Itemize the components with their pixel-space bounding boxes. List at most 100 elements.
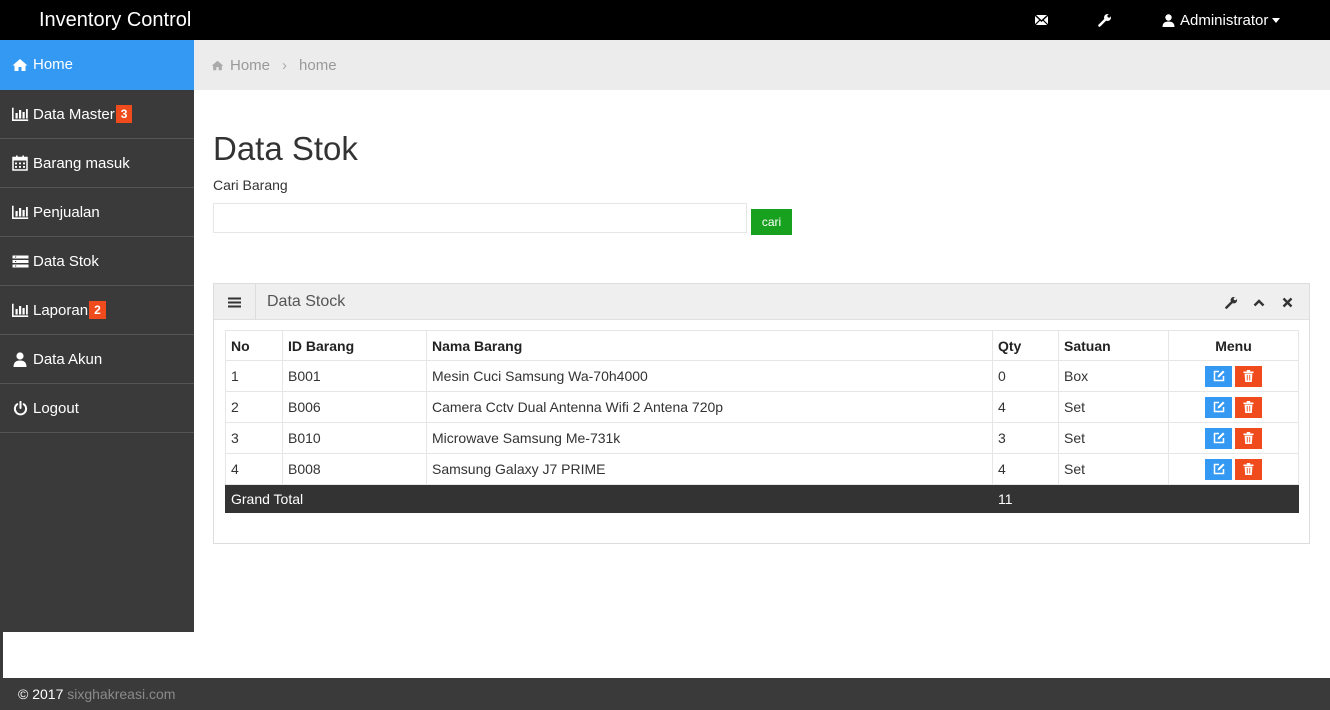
cell-name: Mesin Cuci Samsung Wa-70h4000 — [426, 360, 993, 392]
trash-icon — [1243, 401, 1254, 413]
cell-menu — [1168, 360, 1299, 392]
sidebar-item-laporan[interactable]: Laporan 2 — [0, 286, 194, 335]
cell-name: Microwave Samsung Me-731k — [426, 422, 993, 454]
grand-total-empty — [1058, 484, 1169, 513]
page-title: Data Stok — [213, 130, 358, 167]
grand-total-label: Grand Total — [225, 484, 993, 513]
panel-tools — [1221, 284, 1297, 320]
user-icon — [11, 351, 29, 367]
search-label: Cari Barang — [213, 177, 288, 193]
breadcrumb-current: home — [299, 56, 337, 74]
column-header-qty: Qty — [992, 330, 1059, 361]
edit-icon — [1213, 463, 1224, 475]
cell-qty: 4 — [992, 391, 1059, 423]
cell-no: 2 — [225, 391, 283, 423]
cell-qty: 4 — [992, 453, 1059, 485]
bar-chart-icon — [11, 302, 29, 318]
table-header-row: No ID Barang Nama Barang Qty Satuan Menu — [225, 330, 1299, 361]
count-badge: 3 — [115, 105, 133, 123]
sidebar-item-label: Data Stok — [33, 252, 99, 270]
sidebar-item-penjualan[interactable]: Penjualan — [0, 188, 194, 237]
sidebar-item-barang-masuk[interactable]: Barang masuk — [0, 139, 194, 188]
panel-header: Data Stock — [214, 284, 1309, 320]
home-icon — [211, 60, 224, 71]
cell-unit: Set — [1058, 391, 1169, 423]
cell-no: 1 — [225, 360, 283, 392]
hamburger-menu-icon[interactable] — [214, 284, 256, 320]
edit-button[interactable] — [1205, 396, 1232, 418]
grand-total-empty — [1168, 484, 1299, 513]
list-icon — [11, 253, 29, 269]
top-navbar: Inventory Control Administrator — [0, 0, 1330, 40]
trash-icon — [1243, 432, 1254, 444]
sidebar-item-logout[interactable]: Logout — [0, 384, 194, 433]
count-badge: 2 — [89, 301, 106, 319]
breadcrumb-home-link[interactable]: Home — [230, 57, 270, 74]
copyright-text: © 2017 — [18, 686, 64, 702]
envelope-icon[interactable] — [1027, 0, 1055, 40]
bar-chart-icon — [11, 204, 29, 220]
edit-icon — [1213, 401, 1224, 413]
column-header-id: ID Barang — [282, 330, 427, 361]
footer-site-link[interactable]: sixghakreasi.com — [67, 686, 175, 702]
breadcrumb: Home › home — [194, 40, 1330, 90]
edit-icon — [1213, 432, 1224, 444]
cell-menu — [1168, 453, 1299, 485]
delete-button[interactable] — [1235, 427, 1262, 449]
cell-unit: Set — [1058, 453, 1169, 485]
search-button[interactable]: cari — [751, 209, 792, 235]
sidebar-item-label: Logout — [33, 399, 79, 417]
edit-button[interactable] — [1205, 427, 1232, 449]
delete-button[interactable] — [1235, 458, 1262, 480]
delete-button[interactable] — [1235, 396, 1262, 418]
search-input[interactable] — [213, 203, 747, 233]
sidebar-item-data-stok[interactable]: Data Stok — [0, 237, 194, 286]
edit-button[interactable] — [1205, 365, 1232, 387]
stock-table: No ID Barang Nama Barang Qty Satuan Menu… — [225, 330, 1299, 513]
user-label: Administrator — [1180, 11, 1269, 29]
sidebar-item-label: Barang masuk — [33, 154, 130, 172]
user-icon — [1162, 13, 1175, 27]
app-title[interactable]: Inventory Control — [39, 0, 191, 40]
sidebar-item-label: Laporan — [33, 301, 89, 319]
cell-id: B006 — [282, 391, 427, 423]
close-icon[interactable] — [1277, 292, 1297, 312]
data-stock-panel: Data Stock No ID Barang Nama Barang Qty … — [213, 283, 1310, 544]
cell-id: B010 — [282, 422, 427, 454]
cell-name: Camera Cctv Dual Antenna Wifi 2 Antena 7… — [426, 391, 993, 423]
column-header-name: Nama Barang — [426, 330, 993, 361]
wrench-icon[interactable] — [1221, 292, 1241, 312]
cell-no: 3 — [225, 422, 283, 454]
grand-total-qty: 11 — [992, 484, 1059, 513]
chevron-up-icon[interactable] — [1249, 292, 1269, 312]
trash-icon — [1243, 370, 1254, 382]
sidebar-item-home[interactable]: Home — [0, 40, 194, 90]
cell-unit: Set — [1058, 422, 1169, 454]
cell-id: B008 — [282, 453, 427, 485]
edit-button[interactable] — [1205, 458, 1232, 480]
column-header-unit: Satuan — [1058, 330, 1169, 361]
calendar-icon — [11, 155, 29, 171]
footer: © 2017 sixghakreasi.com — [0, 678, 1330, 710]
table-row: 4 B008 Samsung Galaxy J7 PRIME 4 Set — [225, 453, 1299, 485]
column-header-no: No — [225, 330, 283, 361]
cell-qty: 0 — [992, 360, 1059, 392]
user-menu[interactable]: Administrator — [1162, 0, 1281, 40]
chevron-right-icon: › — [282, 56, 288, 74]
sidebar-item-data-master[interactable]: Data Master 3 — [0, 90, 194, 139]
cell-no: 4 — [225, 453, 283, 485]
sidebar: Home Data Master 3 Barang masuk Penjuala… — [0, 40, 194, 632]
panel-title: Data Stock — [267, 293, 346, 310]
delete-button[interactable] — [1235, 365, 1262, 387]
trash-icon — [1243, 463, 1254, 475]
cell-qty: 3 — [992, 422, 1059, 454]
edit-icon — [1213, 370, 1224, 382]
wrench-icon[interactable] — [1091, 0, 1119, 40]
table-row: 2 B006 Camera Cctv Dual Antenna Wifi 2 A… — [225, 391, 1299, 423]
cell-id: B001 — [282, 360, 427, 392]
sidebar-item-data-akun[interactable]: Data Akun — [0, 335, 194, 384]
caret-down-icon — [1272, 17, 1281, 23]
power-icon — [11, 400, 29, 416]
table-row: 3 B010 Microwave Samsung Me-731k 3 Set — [225, 422, 1299, 454]
cell-unit: Box — [1058, 360, 1169, 392]
